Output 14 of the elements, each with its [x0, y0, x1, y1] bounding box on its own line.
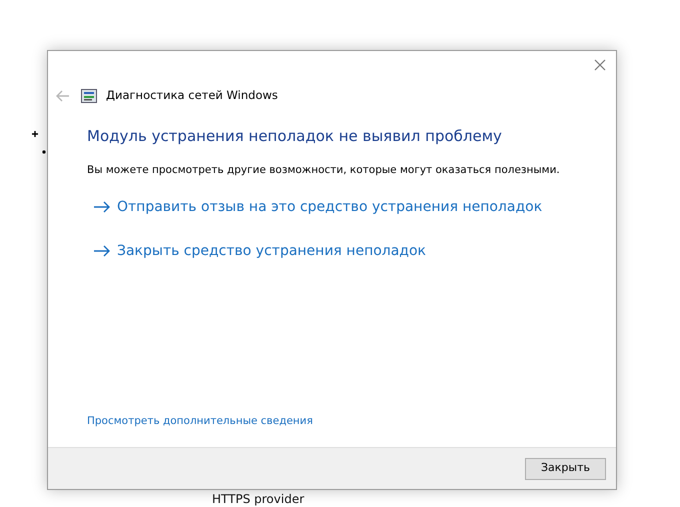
description: Вы можете просмотреть другие возможности, которые могут оказаться полезными.: [87, 163, 561, 177]
arrow-icon: [93, 201, 111, 213]
option-link[interactable]: Закрыть средство устранения неполадок: [93, 241, 426, 261]
close-icon[interactable]: [594, 58, 608, 72]
option-link[interactable]: Отправить отзыв на это средство устранения неполадок: [93, 197, 542, 217]
heading: Модуль устранения неполадок не выявил проблему: [87, 126, 503, 146]
close-button[interactable]: Закрыть: [525, 458, 606, 480]
network-icon: [81, 89, 97, 103]
details-link[interactable]: Просмотреть дополнительные сведения: [87, 414, 596, 428]
background-text: HTTPS provider: [212, 492, 304, 506]
arrow-icon: [93, 245, 111, 257]
dot-icon: [42, 150, 46, 154]
window-title: Диагностика сетей Windows: [106, 87, 278, 104]
plus-icon: [32, 131, 38, 137]
